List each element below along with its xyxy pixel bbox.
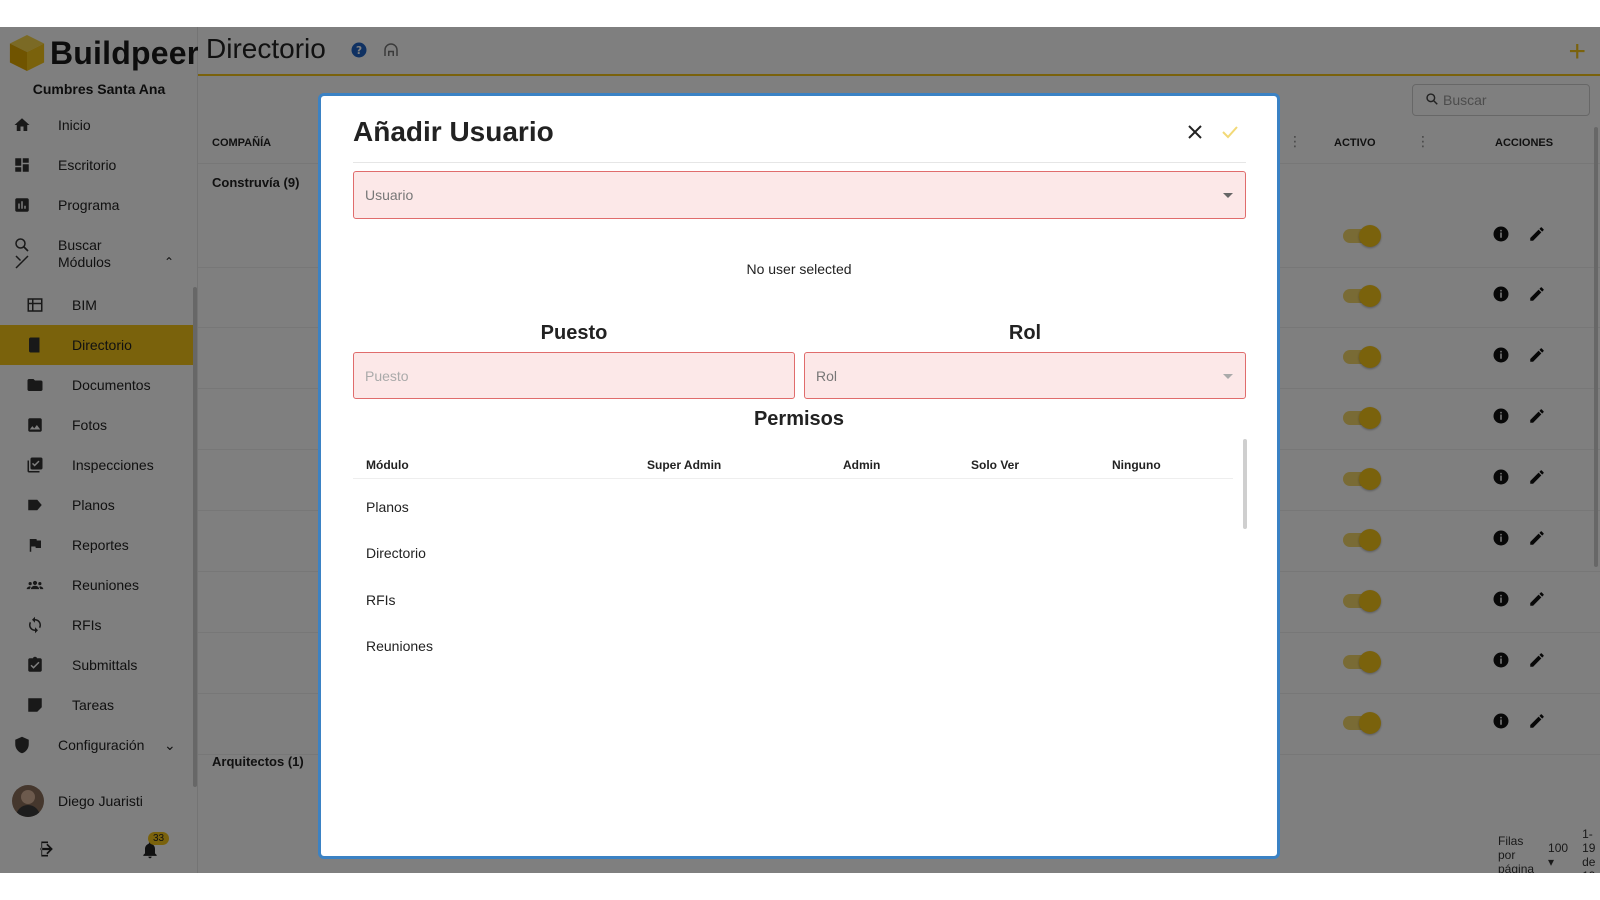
rol-select[interactable]: Rol [804,352,1246,399]
perm-column-ninguno: Ninguno [1112,458,1161,472]
perm-column-admin: Admin [843,458,881,472]
confirm-check-icon[interactable] [1221,124,1239,145]
dropdown-arrow-icon [1223,373,1233,379]
permisos-heading: Permisos [753,408,845,430]
puesto-input[interactable]: Puesto [353,352,795,399]
puesto-placeholder: Puesto [365,367,409,384]
perm-row-label: Directorio [366,545,426,561]
dropdown-arrow-icon [1223,193,1233,198]
app-window: Buildpeer Cumbres Santa Ana Inicio Escri… [0,27,1600,873]
perm-column-solo-ver: Solo Ver [971,458,1020,472]
perm-column-super-admin: Super Admin [647,458,722,472]
perm-header-divider [353,478,1233,479]
perm-column-modulo: Módulo [366,458,409,472]
user-select-placeholder: Usuario [365,187,414,203]
permissions-scrollbar[interactable] [1243,439,1247,529]
add-user-dialog: Añadir Usuario Usuario No user selected … [318,93,1280,859]
close-icon[interactable] [1187,124,1203,145]
user-select[interactable]: Usuario [353,171,1246,219]
no-user-message: No user selected [746,261,852,277]
dialog-title: Añadir Usuario [353,116,554,147]
rol-select-placeholder: Rol [816,367,838,384]
perm-row-label: RFIs [366,592,396,608]
perm-row-label: Planos [366,499,409,515]
perm-row-label: Reuniones [366,638,433,654]
puesto-heading: Puesto [540,322,608,344]
dialog-divider [353,162,1246,163]
rol-heading: Rol [1008,322,1042,344]
